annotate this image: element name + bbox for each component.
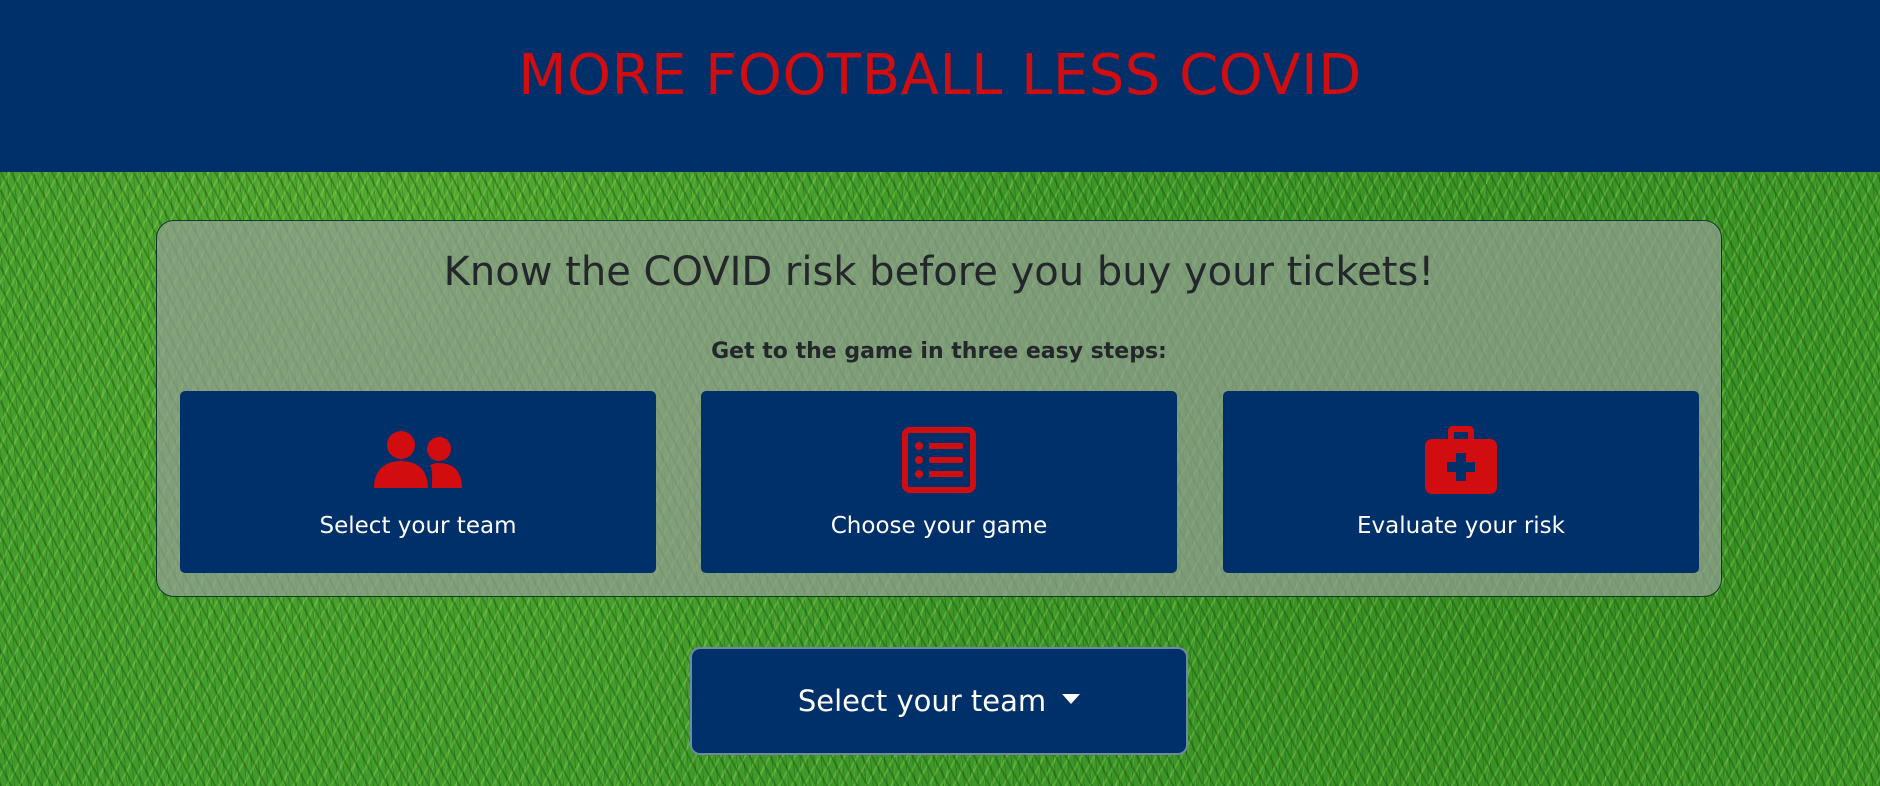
step-label: Choose your game	[830, 513, 1048, 539]
step-label: Select your team	[319, 513, 517, 539]
panel-headline: Know the COVID risk before you buy your …	[443, 249, 1435, 295]
step-card-select-team: Select your team	[180, 391, 656, 573]
info-panel: Know the COVID risk before you buy your …	[156, 220, 1722, 597]
medical-kit-icon	[1415, 425, 1507, 495]
panel-subhead: Get to the game in three easy steps:	[711, 339, 1167, 364]
users-icon	[372, 425, 464, 495]
list-icon	[893, 425, 985, 495]
step-label: Evaluate your risk	[1357, 513, 1565, 539]
caret-down-icon	[1062, 694, 1081, 704]
site-header: MORE FOOTBALL LESS COVID	[0, 0, 1880, 172]
step-card-choose-game: Choose your game	[701, 391, 1177, 573]
team-select-dropdown[interactable]: Select your team	[690, 647, 1188, 755]
step-card-evaluate-risk: Evaluate your risk	[1223, 391, 1699, 573]
team-select-label: Select your team	[797, 684, 1047, 718]
site-title: MORE FOOTBALL LESS COVID	[518, 42, 1362, 108]
